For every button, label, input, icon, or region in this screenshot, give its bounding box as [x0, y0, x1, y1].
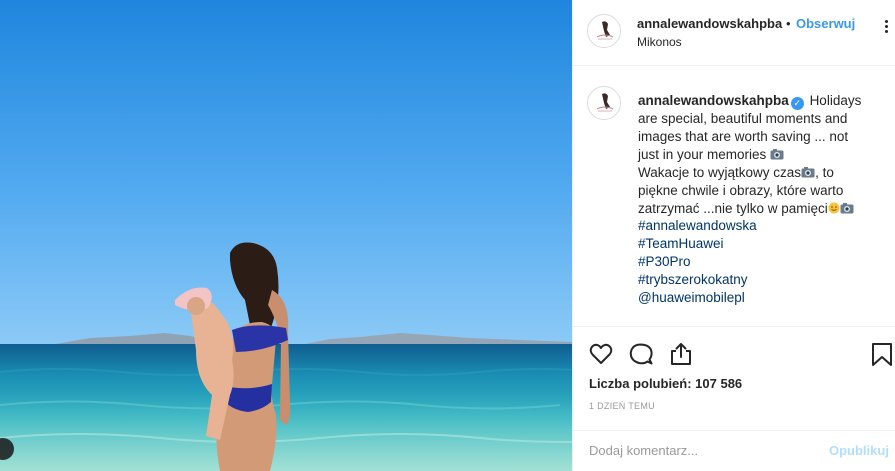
- hashtag-link[interactable]: #P30Pro: [638, 253, 888, 271]
- heart-icon[interactable]: [588, 341, 614, 367]
- comment-bubble-icon[interactable]: [628, 341, 654, 367]
- post-caption: annalewandowskahpba ✓ Holidays are specia…: [573, 66, 895, 326]
- bookmark-icon[interactable]: [869, 341, 895, 367]
- likes-count[interactable]: Liczba polubień: 107 586: [589, 376, 742, 391]
- caption-line-1: Holidays: [809, 93, 862, 108]
- share-icon[interactable]: [668, 341, 694, 367]
- caption-line-3: images that are worth saving ... not: [638, 128, 849, 144]
- mention-link[interactable]: @huaweimobilepl: [638, 289, 888, 307]
- hashtag-link[interactable]: #TeamHuawei: [638, 235, 888, 253]
- caption-line-7: zatrzymać ...nie tylko w pamięci: [638, 200, 828, 216]
- caption-username[interactable]: annalewandowskahpba: [638, 93, 789, 108]
- caption-line-4: just in your memories: [638, 146, 767, 162]
- follow-button[interactable]: Obserwuj: [796, 16, 855, 31]
- post-sidebar: annalewandowskahpba • Obserwuj Mikonos a…: [572, 0, 895, 471]
- comment-input[interactable]: [589, 443, 809, 458]
- hashtag-link[interactable]: #annalewandowska: [638, 217, 888, 235]
- caption-line-5a: Wakacje to wyjątkowy czas: [638, 164, 802, 180]
- hashtag-link[interactable]: #trybszerokokatny: [638, 271, 888, 289]
- avatar[interactable]: [587, 14, 621, 48]
- post-photo[interactable]: [0, 0, 572, 471]
- header-username[interactable]: annalewandowskahpba: [637, 16, 782, 31]
- location-link[interactable]: Mikonos: [637, 35, 682, 49]
- camera-emoji: [801, 166, 815, 178]
- post-header: annalewandowskahpba • Obserwuj Mikonos: [573, 0, 895, 66]
- publish-comment-button[interactable]: Opublikuj: [829, 443, 889, 458]
- header-separator: •: [786, 16, 791, 31]
- more-options-icon[interactable]: [879, 20, 893, 36]
- caption-text: annalewandowskahpba ✓ Holidays are specia…: [638, 92, 888, 307]
- smiling-face-emoji: [828, 202, 840, 214]
- caption-avatar[interactable]: [587, 86, 621, 120]
- camera-emoji: [840, 202, 854, 214]
- comment-form: Opublikuj: [573, 430, 895, 471]
- beach-photo: [0, 0, 572, 471]
- camera-emoji: [770, 148, 784, 160]
- caption-line-6: piękne chwile i obrazy, które warto: [638, 182, 844, 198]
- caption-line-5b: , to: [815, 164, 834, 180]
- verified-badge-icon: ✓: [790, 97, 804, 110]
- caption-line-2: are special, beautiful moments and: [638, 111, 848, 126]
- post-timestamp[interactable]: 1 DZIEŃ TEMU: [589, 401, 655, 411]
